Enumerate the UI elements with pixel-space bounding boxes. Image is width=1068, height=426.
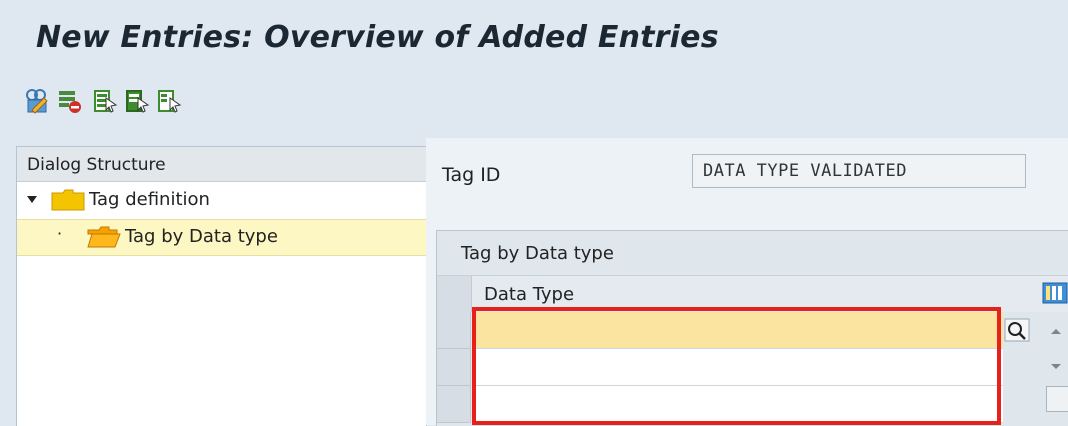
dialog-structure-header: Dialog Structure	[17, 147, 426, 182]
delete-row-icon[interactable]	[56, 88, 82, 114]
table-row[interactable]	[437, 386, 1037, 423]
tree-item-label: Tag by Data type	[125, 226, 278, 247]
value-help-button[interactable]	[1004, 318, 1030, 342]
data-type-input[interactable]	[475, 386, 1003, 423]
table-row[interactable]	[437, 349, 1037, 386]
select-all-cell[interactable]	[437, 276, 472, 312]
tree-bullet: ·	[57, 224, 63, 243]
column-header-data-type[interactable]: Data Type	[484, 284, 574, 305]
search-icon[interactable]	[1004, 318, 1030, 342]
table-row[interactable]	[437, 312, 1037, 349]
tree-item-label: Tag definition	[89, 189, 210, 210]
detail-area: Tag ID DATA TYPE VALIDATED Tag by Data t…	[426, 138, 1068, 426]
expand-triangle-icon[interactable]	[27, 196, 37, 204]
page-title: New Entries: Overview of Added Entries	[36, 20, 719, 55]
tree-item-tag-definition[interactable]: Tag definition	[17, 183, 426, 218]
scroll-down-icon[interactable]	[1050, 362, 1062, 372]
open-folder-icon	[87, 226, 121, 248]
scroll-up-icon[interactable]	[1050, 326, 1062, 336]
folder-icon	[51, 189, 85, 211]
tag-id-field: DATA TYPE VALIDATED	[692, 154, 1026, 188]
display-change-icon[interactable]	[24, 88, 50, 114]
tag-by-data-type-table: Tag by Data type Data Type	[436, 230, 1068, 426]
table-column-header: Data Type	[437, 275, 1068, 312]
data-type-input[interactable]	[475, 349, 1003, 386]
deselect-all-icon[interactable]	[156, 88, 182, 114]
select-all-icon[interactable]	[92, 88, 118, 114]
title-bar: New Entries: Overview of Added Entries	[0, 0, 1068, 80]
table-title: Tag by Data type	[461, 243, 614, 264]
row-selector[interactable]	[437, 312, 471, 349]
row-selector[interactable]	[437, 386, 471, 423]
dialog-structure-title: Dialog Structure	[27, 155, 166, 175]
application-toolbar	[0, 80, 1068, 138]
dialog-structure-panel: Dialog Structure Tag definition · Tag by…	[16, 146, 427, 426]
tree-item-tag-by-data-type[interactable]: · Tag by Data type	[17, 219, 426, 256]
scroll-thumb[interactable]	[1046, 386, 1068, 412]
data-type-input[interactable]	[475, 312, 1003, 349]
select-block-icon[interactable]	[124, 88, 150, 114]
table-scrollbar[interactable]	[1038, 278, 1068, 425]
row-selector[interactable]	[437, 349, 471, 386]
tag-id-label: Tag ID	[442, 164, 501, 186]
